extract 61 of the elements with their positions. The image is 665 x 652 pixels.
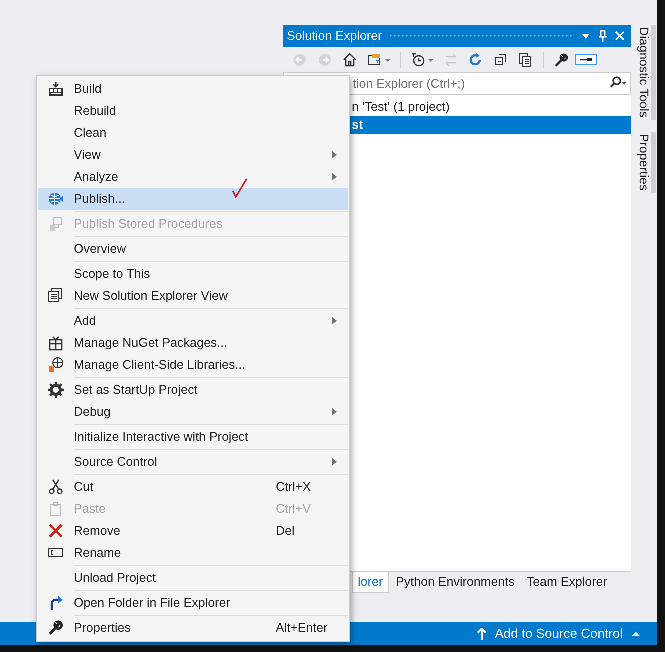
shortcut-label: Ctrl+V <box>276 502 312 516</box>
close-icon[interactable] <box>615 31 625 41</box>
side-tab[interactable]: Diagnostic Tools <box>632 25 656 120</box>
menu-item[interactable]: Overview <box>38 238 348 260</box>
menu-item[interactable]: Scope to This <box>38 263 348 285</box>
build-icon <box>48 81 64 97</box>
menu-item[interactable]: Initialize Interactive with Project <box>38 426 348 448</box>
swap-arrows-icon <box>443 52 459 68</box>
menu-item[interactable]: Cut Ctrl+X <box>38 476 348 498</box>
caret-icon <box>631 630 641 638</box>
menu-item[interactable]: Add <box>38 310 348 332</box>
gear-icon <box>48 382 64 398</box>
dropdown-icon[interactable] <box>581 31 591 41</box>
clock-icon <box>410 52 426 68</box>
database-icon <box>48 216 64 232</box>
folder-icon <box>367 52 383 68</box>
pages-icon <box>518 52 534 68</box>
menu-item[interactable]: Open Folder in File Explorer <box>38 592 348 614</box>
menu-item[interactable]: Publish... <box>38 188 348 210</box>
tick-mark-drawing <box>231 177 249 199</box>
pane-icon <box>578 57 594 62</box>
side-tab[interactable]: Properties <box>632 132 656 193</box>
up-arrow-icon <box>477 628 488 640</box>
menu-item[interactable]: Manage Client-Side Libraries... <box>38 354 348 376</box>
clipboard-icon <box>48 501 64 517</box>
cross-icon <box>48 523 64 539</box>
home-icon <box>342 52 358 68</box>
window-icon <box>48 288 64 304</box>
menu-item[interactable]: New Solution Explorer View <box>38 285 348 307</box>
shortcut-label: Ctrl+X <box>276 480 312 494</box>
panel-tab[interactable]: lorer <box>352 572 390 593</box>
menu-item[interactable]: Manage NuGet Packages... <box>38 332 348 354</box>
search-icon[interactable] <box>609 76 627 90</box>
panel-title: Solution Explorer <box>287 29 382 43</box>
globe-icon <box>48 191 64 207</box>
menu-item[interactable]: Analyze <box>38 166 348 188</box>
panel-tab[interactable]: Team Explorer <box>522 572 612 592</box>
menu-item[interactable]: Rename <box>38 542 348 564</box>
preview-button[interactable] <box>575 54 597 65</box>
dropdown-arrow-icon <box>385 56 391 62</box>
menu-item[interactable]: Unload Project <box>38 567 348 589</box>
pin-icon[interactable] <box>598 30 608 42</box>
menu-item[interactable]: Set as StartUp Project <box>38 379 348 401</box>
shortcut-label: Alt+Enter <box>276 621 328 635</box>
scissors-icon <box>48 479 64 495</box>
menu-item[interactable]: Remove Del <box>38 520 348 542</box>
wrench-icon <box>48 620 64 636</box>
dropdown-arrow-icon <box>428 56 434 62</box>
wrench-icon <box>553 52 569 68</box>
gift-icon <box>48 335 64 351</box>
curved-arrow-icon <box>48 595 64 611</box>
collapse-icon <box>493 52 509 68</box>
refresh-icon <box>468 52 484 68</box>
menu-item[interactable]: Properties Alt+Enter <box>38 617 348 639</box>
menu-item[interactable]: Source Control <box>38 451 348 473</box>
menu-item[interactable]: View <box>38 144 348 166</box>
shortcut-label: Del <box>276 524 295 538</box>
menu-item[interactable]: Debug <box>38 401 348 423</box>
add-to-source-control-button[interactable]: Add to Source Control <box>477 626 641 641</box>
globe-icon <box>48 357 64 373</box>
panel-tab[interactable]: Python Environments <box>391 572 520 592</box>
